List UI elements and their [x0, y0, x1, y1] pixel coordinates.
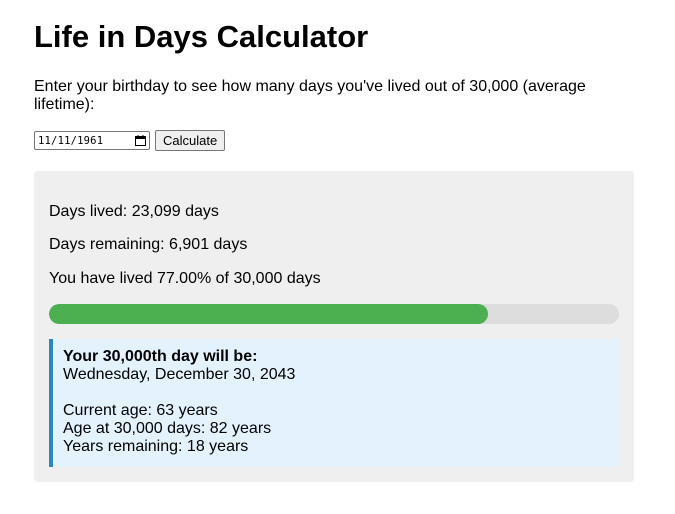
milestone-heading: Your 30,000th day will be:: [63, 348, 258, 365]
current-age-text: Current age: 63 years: [63, 402, 218, 419]
results-panel: Days lived: 23,099 days Days remaining: …: [34, 171, 634, 482]
years-remaining-text: Years remaining: 18 years: [63, 438, 249, 455]
birthday-date-value: 11/11/1961: [38, 134, 104, 147]
page-title: Life in Days Calculator: [34, 19, 369, 54]
milestone-info-box: Your 30,000th day will be: Wednesday, De…: [49, 339, 619, 467]
milestone-date: Wednesday, December 30, 2043: [63, 366, 296, 383]
birthday-date-input[interactable]: 11/11/1961: [34, 131, 150, 150]
birthday-form: 11/11/1961 Calculate: [34, 130, 226, 151]
calculate-button[interactable]: Calculate: [155, 130, 226, 151]
calendar-icon[interactable]: [135, 135, 146, 146]
life-progress-bar: [49, 304, 619, 324]
intro-text: Enter your birthday to see how many days…: [34, 78, 586, 113]
age-at-milestone-text: Age at 30,000 days: 82 years: [63, 420, 272, 437]
days-lived-text: Days lived: 23,099 days: [49, 203, 219, 220]
life-progress-fill: [49, 304, 488, 324]
percent-lived-text: You have lived 77.00% of 30,000 days: [49, 270, 321, 287]
days-remaining-text: Days remaining: 6,901 days: [49, 236, 248, 253]
